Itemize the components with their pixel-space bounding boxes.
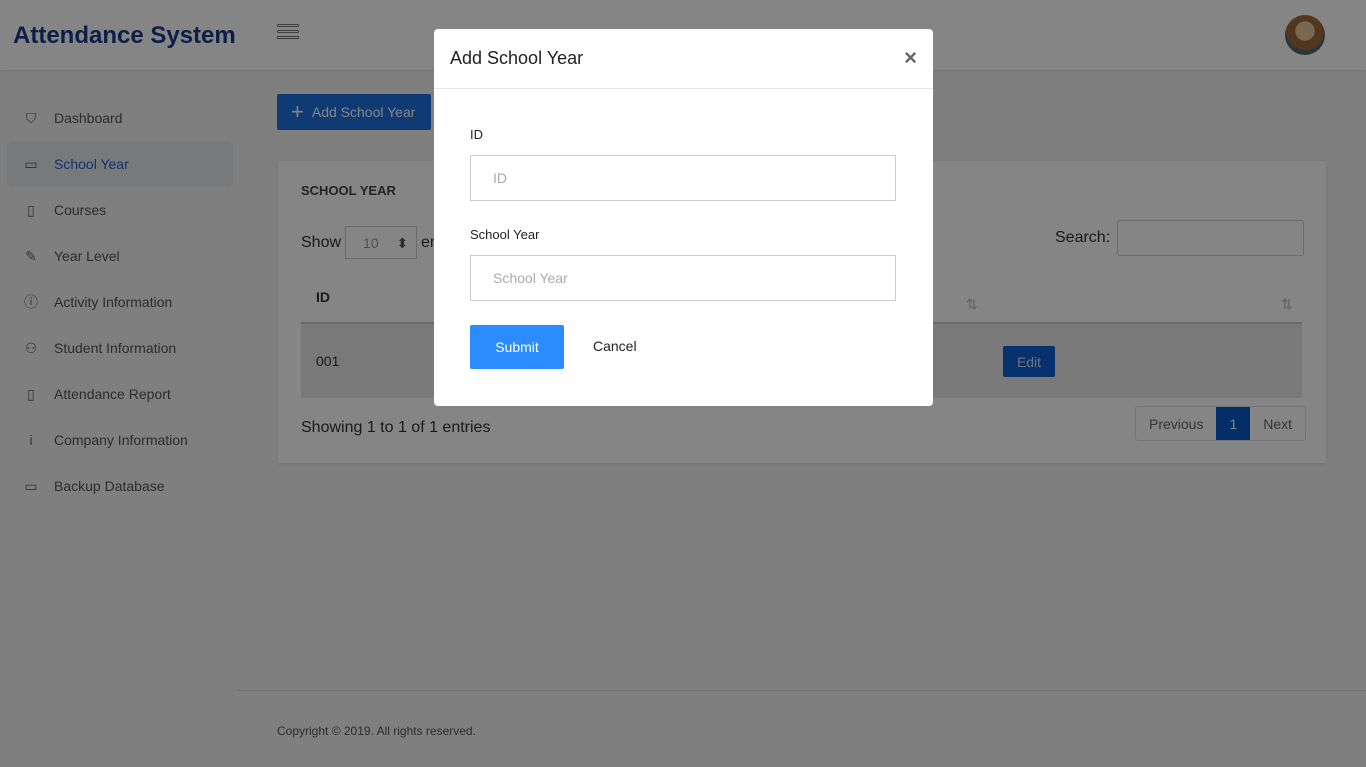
add-school-year-modal: Add School Year × ID ID School Year Scho… [434,29,933,406]
id-input[interactable]: ID [470,155,896,201]
submit-button[interactable]: Submit [470,325,564,369]
school-year-label: School Year [470,227,540,242]
modal-header: Add School Year × [434,29,933,89]
close-icon[interactable]: × [904,45,917,71]
school-year-input[interactable]: School Year [470,255,896,301]
modal-title: Add School Year [450,48,584,68]
id-label: ID [470,127,483,142]
cancel-button[interactable]: Cancel [593,338,637,354]
